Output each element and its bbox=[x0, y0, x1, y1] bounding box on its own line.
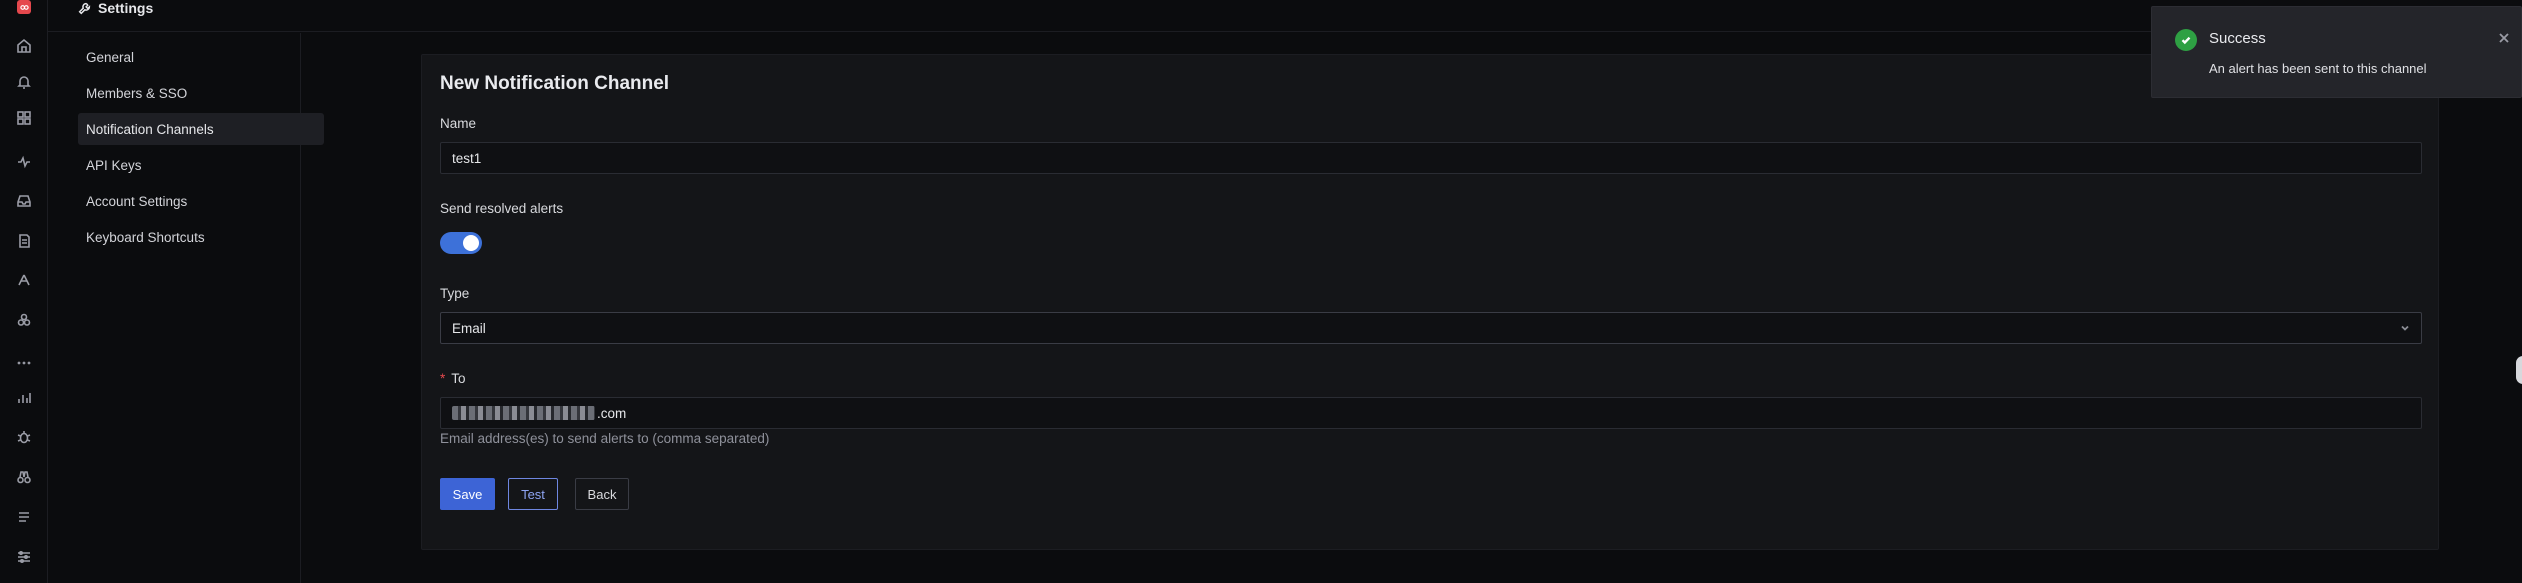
send-resolved-label: Send resolved alerts bbox=[440, 201, 564, 216]
wrench-icon bbox=[78, 2, 91, 14]
type-label: Type bbox=[440, 286, 470, 301]
type-select[interactable]: Email bbox=[440, 312, 2422, 344]
to-email-suffix: .com bbox=[597, 405, 627, 421]
back-button[interactable]: Back bbox=[575, 478, 629, 510]
metrics-icon[interactable] bbox=[14, 388, 34, 408]
services-icon[interactable] bbox=[14, 270, 34, 290]
form-title: New Notification Channel bbox=[440, 73, 670, 94]
chevron-down-icon bbox=[2401, 325, 2409, 331]
app-logo-icon[interactable] bbox=[17, 0, 31, 14]
toast-title: Success bbox=[2209, 30, 2266, 47]
redacted-email bbox=[452, 406, 595, 420]
sidebar-item-label: Members & SSO bbox=[86, 85, 188, 101]
sidebar-item-members-sso[interactable]: Members & SSO bbox=[78, 77, 324, 109]
sidebar-item-label: General bbox=[86, 49, 135, 65]
sidebar-item-api-keys[interactable]: API Keys bbox=[78, 149, 324, 181]
page-title: Settings bbox=[78, 0, 153, 16]
type-select-value: Email bbox=[452, 320, 486, 336]
required-marker: * bbox=[440, 371, 446, 386]
icon-rail bbox=[0, 0, 48, 583]
settings-sliders-icon[interactable] bbox=[14, 547, 34, 567]
sidebar-item-label: API Keys bbox=[86, 157, 142, 173]
check-circle-icon bbox=[2175, 29, 2197, 51]
sidebar-item-notification-channels[interactable]: Notification Channels bbox=[78, 113, 324, 145]
sidebar-item-label: Notification Channels bbox=[86, 121, 214, 137]
save-button[interactable]: Save bbox=[440, 478, 495, 510]
to-helper-text: Email address(es) to send alerts to (com… bbox=[440, 431, 770, 446]
name-input-value: test1 bbox=[452, 150, 482, 166]
dashboards-icon[interactable] bbox=[14, 108, 34, 128]
to-label: * To bbox=[440, 371, 466, 386]
more-icon[interactable] bbox=[14, 353, 34, 373]
sidebar-item-account-settings[interactable]: Account Settings bbox=[78, 185, 324, 217]
to-email-input[interactable]: .com bbox=[440, 397, 2422, 429]
logs-icon[interactable] bbox=[14, 231, 34, 251]
page-title-text: Settings bbox=[98, 0, 154, 16]
bug-icon[interactable] bbox=[14, 427, 34, 447]
alert-bell-icon[interactable] bbox=[14, 72, 34, 92]
home-icon[interactable] bbox=[14, 36, 34, 56]
notification-channel-form: New Notification Channel Name test1 Send… bbox=[421, 54, 2439, 550]
integrations-icon[interactable] bbox=[14, 310, 34, 330]
toast-message: An alert has been sent to this channel bbox=[2209, 61, 2427, 76]
help-widget-edge[interactable] bbox=[2516, 356, 2522, 384]
inbox-icon[interactable] bbox=[14, 191, 34, 211]
send-resolved-toggle[interactable] bbox=[440, 232, 482, 254]
sidebar-item-label: Keyboard Shortcuts bbox=[86, 229, 205, 245]
name-label: Name bbox=[440, 116, 477, 131]
toggle-knob bbox=[463, 235, 479, 251]
success-toast: Success An alert has been sent to this c… bbox=[2151, 6, 2522, 98]
list-icon[interactable] bbox=[14, 507, 34, 527]
test-button[interactable]: Test bbox=[508, 478, 558, 510]
name-input[interactable]: test1 bbox=[440, 142, 2422, 174]
settings-sidebar: General Members & SSO Notification Chann… bbox=[48, 33, 324, 583]
sidebar-item-general[interactable]: General bbox=[78, 41, 324, 73]
traces-icon[interactable] bbox=[14, 152, 34, 172]
close-icon[interactable] bbox=[2498, 31, 2514, 47]
to-label-text: To bbox=[451, 371, 466, 386]
sidebar-item-keyboard-shortcuts[interactable]: Keyboard Shortcuts bbox=[78, 221, 324, 253]
binoculars-icon[interactable] bbox=[14, 467, 34, 487]
sidebar-item-label: Account Settings bbox=[86, 193, 188, 209]
